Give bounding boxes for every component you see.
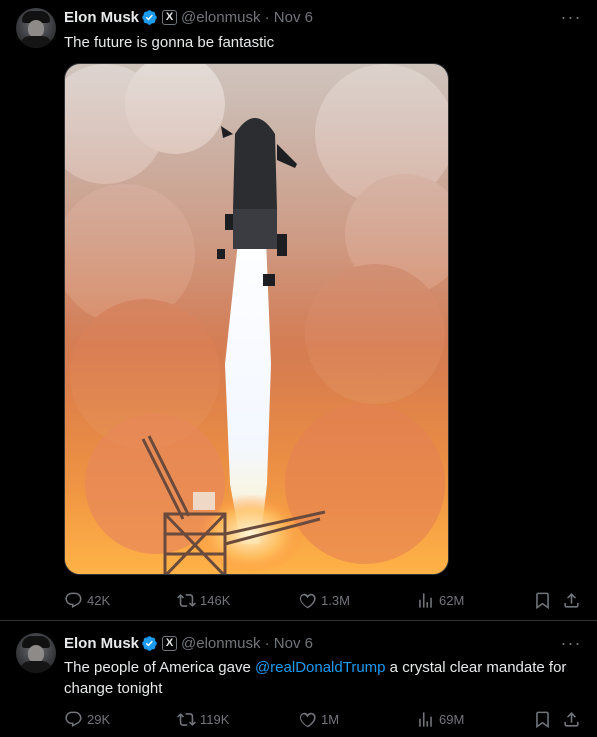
- views-icon: [419, 592, 432, 608]
- verified-badge-icon: [142, 635, 157, 651]
- repost-icon: [177, 712, 196, 726]
- mention-link[interactable]: @realDonaldTrump: [255, 659, 386, 676]
- tweet-image[interactable]: [64, 63, 449, 575]
- share-icon: [564, 592, 579, 608]
- more-icon[interactable]: ···: [561, 7, 581, 27]
- bookmark-icon: [536, 711, 549, 728]
- repost-button[interactable]: 119K: [177, 709, 229, 729]
- handle-and-date[interactable]: @elonmusk · Nov 6: [181, 635, 313, 652]
- bookmark-icon: [536, 592, 549, 609]
- reply-icon: [65, 592, 82, 608]
- repost-icon: [177, 593, 196, 607]
- share-button[interactable]: [562, 590, 581, 610]
- tweet-header: Elon Musk X @elonmusk · Nov 6: [64, 7, 313, 27]
- author-name[interactable]: Elon Musk: [64, 635, 139, 652]
- views-count: 62M: [439, 592, 465, 608]
- reply-button[interactable]: 42K: [64, 590, 110, 610]
- verified-badge-icon: [142, 9, 157, 25]
- tweet-1[interactable]: Elon Musk X @elonmusk · Nov 6 ··· The fu…: [0, 0, 597, 620]
- affiliation-badge: X: [162, 635, 178, 651]
- tweet-text: The future is gonna be fantastic: [64, 34, 275, 51]
- tweet-text: The people of America gave @realDonaldTr…: [64, 657, 574, 699]
- more-icon[interactable]: ···: [561, 633, 581, 653]
- bookmark-button[interactable]: [533, 709, 552, 729]
- views-button[interactable]: 62M: [416, 590, 464, 610]
- rocket-launch-image: [65, 64, 448, 574]
- like-button[interactable]: 1M: [298, 709, 339, 729]
- tweet-header: Elon Musk X @elonmusk · Nov 6: [64, 633, 313, 653]
- like-icon: [299, 593, 316, 608]
- reply-count: 42K: [87, 592, 111, 608]
- author-name[interactable]: Elon Musk: [64, 9, 139, 26]
- repost-button[interactable]: 146K: [177, 590, 230, 610]
- reply-count: 29K: [87, 711, 111, 727]
- affiliation-badge: X: [162, 9, 178, 25]
- avatar[interactable]: [16, 8, 56, 48]
- views-count: 69M: [439, 711, 465, 727]
- like-count: 1.3M: [321, 592, 350, 608]
- share-icon: [564, 711, 579, 727]
- bookmark-button[interactable]: [533, 590, 552, 610]
- handle-and-date[interactable]: @elonmusk · Nov 6: [181, 9, 313, 26]
- tweet-actions: 29K 119K 1M 69M: [64, 709, 584, 729]
- tweet-text-part: The people of America gave: [64, 659, 255, 676]
- share-button[interactable]: [562, 709, 581, 729]
- views-button[interactable]: 69M: [416, 709, 464, 729]
- repost-count: 146K: [200, 592, 231, 608]
- reply-icon: [65, 711, 82, 727]
- avatar[interactable]: [16, 633, 56, 673]
- like-button[interactable]: 1.3M: [298, 590, 350, 610]
- repost-count: 119K: [200, 711, 230, 727]
- tweet-2[interactable]: Elon Musk X @elonmusk · Nov 6 ··· The pe…: [0, 620, 597, 737]
- like-icon: [299, 712, 316, 727]
- reply-button[interactable]: 29K: [64, 709, 110, 729]
- tweet-actions: 42K 146K 1.3M 62M: [64, 590, 584, 610]
- views-icon: [419, 711, 432, 727]
- like-count: 1M: [321, 711, 340, 727]
